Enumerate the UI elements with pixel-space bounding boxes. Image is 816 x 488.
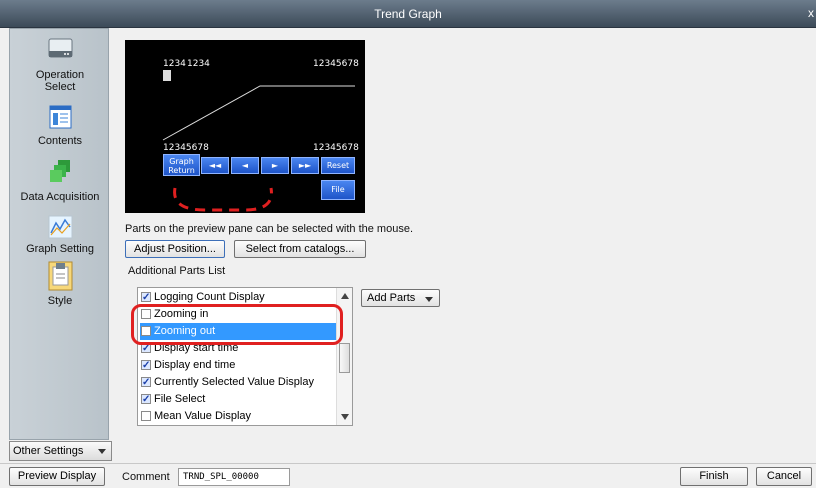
fast-forward-button[interactable]: ►► (291, 157, 319, 174)
preview-pane[interactable]: 1234 1234 12345678 12345678 12345678 Gra… (125, 40, 365, 213)
file-button[interactable]: File (321, 180, 355, 200)
preview-display-button[interactable]: Preview Display (9, 467, 105, 486)
checkbox[interactable] (141, 375, 151, 390)
forward-button[interactable]: ► (261, 157, 289, 174)
data-acquisition-icon (50, 160, 70, 182)
scroll-thumb[interactable] (339, 343, 350, 373)
chevron-down-icon (98, 449, 106, 454)
add-parts-label: Add Parts (367, 292, 416, 304)
contents-icon (49, 105, 72, 129)
reset-button[interactable]: Reset (321, 157, 355, 174)
chevron-down-icon (425, 297, 433, 302)
sidebar-item-label: Graph Setting (26, 243, 94, 255)
sidebar-item-style[interactable]: Style (10, 261, 110, 309)
sidebar-item-label: Operation Select (35, 69, 85, 93)
finish-button[interactable]: Finish (680, 467, 748, 486)
add-parts-button[interactable]: Add Parts (361, 289, 440, 307)
sidebar-item-contents[interactable]: Contents (10, 103, 110, 159)
preview-hint-text: Parts on the preview pane can be selecte… (125, 223, 414, 235)
checkbox[interactable] (141, 411, 151, 421)
red-highlight-outline (131, 304, 343, 345)
sidebar-item-graph-setting[interactable]: Graph Setting (10, 215, 110, 261)
list-item[interactable]: Currently Selected Value Display (140, 374, 336, 391)
adjust-position-button[interactable]: Adjust Position... (125, 240, 225, 258)
select-from-catalogs-button[interactable]: Select from catalogs... (234, 240, 366, 258)
comment-label: Comment (122, 471, 170, 483)
sidebar-item-label: Contents (37, 135, 83, 147)
checkbox[interactable] (141, 358, 151, 373)
title-bar: Trend Graph x (0, 0, 816, 28)
scroll-down-icon[interactable] (340, 413, 350, 421)
additional-parts-heading: Additional Parts List (128, 265, 226, 277)
list-item[interactable]: File Select (140, 391, 336, 408)
list-item[interactable]: Display end time (140, 357, 336, 374)
back-button[interactable]: ◄ (231, 157, 259, 174)
comment-input[interactable]: TRND_SPL_00000 (178, 468, 290, 486)
divider (0, 463, 816, 464)
other-settings-label: Other Settings (13, 445, 84, 457)
sidebar-item-label: Data Acquisition (20, 191, 100, 203)
sidebar-item-label: Style (47, 295, 73, 307)
preview-value-bottom-left[interactable]: 12345678 (163, 143, 209, 153)
sidebar-item-data-acquisition[interactable]: Data Acquisition (10, 159, 110, 209)
close-button[interactable]: x (808, 6, 814, 20)
scroll-up-icon[interactable] (340, 292, 350, 300)
cancel-button[interactable]: Cancel (756, 467, 812, 486)
other-settings-dropdown[interactable]: Other Settings (9, 441, 112, 461)
window-title: Trend Graph (374, 7, 442, 21)
checkbox[interactable] (141, 290, 151, 305)
checkbox[interactable] (141, 392, 151, 407)
operation-select-icon (48, 38, 73, 58)
rewind-button[interactable]: ◄◄ (201, 157, 229, 174)
preview-value-bottom-right[interactable]: 12345678 (313, 143, 359, 153)
sidebar-item-operation-select[interactable]: Operation Select (10, 33, 110, 101)
style-icon (48, 261, 73, 291)
sidebar: Operation Select Contents Data Acquisiti… (9, 28, 109, 440)
graph-setting-icon (48, 215, 73, 239)
graph-return-button[interactable]: Graph Return (163, 154, 200, 176)
list-item[interactable]: Mean Value Display (140, 408, 336, 425)
